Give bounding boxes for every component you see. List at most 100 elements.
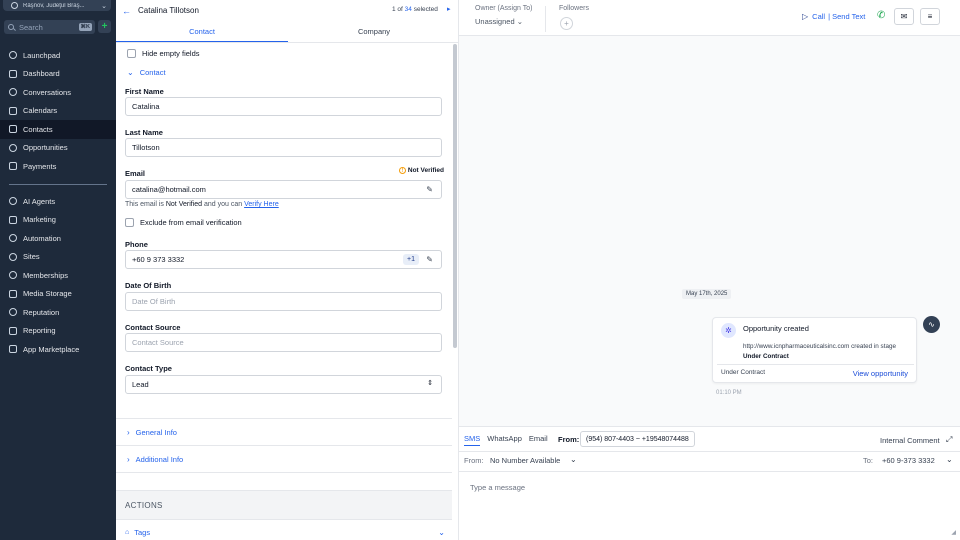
nav-primary: Launchpad Dashboard Conversations Calend…: [0, 46, 116, 176]
tags-section-toggle[interactable]: ⌂ Tags ⌄: [125, 528, 445, 537]
from-number-select[interactable]: (954) 807-4403 ~ +19548074488: [580, 431, 695, 447]
call-link[interactable]: Call: [812, 12, 825, 21]
conversation-header: Owner (Assign To) Unassigned ⌄ Followers…: [459, 0, 960, 36]
scrollbar[interactable]: [453, 44, 457, 348]
phone-icon[interactable]: ✆: [877, 10, 885, 21]
rocket-icon: [9, 51, 17, 60]
sidebar-item-reporting[interactable]: Reporting: [0, 322, 116, 341]
channel-tabs: SMS WhatsApp Email: [464, 434, 555, 446]
plus-icon: +: [564, 19, 569, 28]
send-text-link[interactable]: | Send Text: [828, 12, 865, 21]
automation-icon: [9, 234, 17, 243]
contact-type-select[interactable]: Lead ⇕: [125, 375, 442, 394]
image-icon: [9, 289, 17, 298]
contact-source-input[interactable]: Contact Source: [125, 333, 442, 352]
star-icon: [9, 308, 17, 317]
owner-select[interactable]: Unassigned ⌄: [475, 17, 523, 26]
add-follower-button[interactable]: +: [560, 17, 573, 30]
sidebar-item-calendars[interactable]: Calendars: [0, 102, 116, 121]
sidebar-item-conversations[interactable]: Conversations: [0, 83, 116, 102]
location-name: Râşnov, Judeţul Braş...: [23, 2, 85, 9]
email-label: Email: [125, 169, 146, 178]
from-select[interactable]: No Number Available: [490, 456, 560, 465]
email-hint: This email is Not Verified and you can V…: [125, 201, 279, 208]
tab-whatsapp[interactable]: WhatsApp: [487, 434, 522, 446]
divider: [116, 472, 452, 473]
sidebar-item-automation[interactable]: Automation: [0, 229, 116, 248]
email-input[interactable]: catalina@hotmail.com ✎: [125, 180, 442, 199]
email-status-badge: ! Not Verified: [398, 167, 444, 174]
opportunity-icon: ✲: [721, 323, 736, 338]
sidebar-item-payments[interactable]: Payments: [0, 157, 116, 176]
chevron-right-icon: ›: [127, 455, 130, 464]
grid-icon: [9, 69, 17, 78]
owner-label: Owner (Assign To): [475, 5, 533, 12]
sidebar-item-memberships[interactable]: Memberships: [0, 266, 116, 285]
pager-next-icon[interactable]: ▸: [447, 5, 451, 13]
quick-add-button[interactable]: +: [98, 20, 111, 33]
exclude-verification-checkbox[interactable]: [125, 218, 134, 227]
location-switcher[interactable]: Râşnov, Judeţul Braş... ⌄: [3, 0, 111, 11]
section-contact-toggle[interactable]: ⌄ Contact: [127, 68, 166, 77]
sidebar: Râşnov, Judeţul Braş... ⌄ Search ⌘K + La…: [0, 0, 116, 540]
funnel-icon: [9, 143, 17, 152]
tab-contact[interactable]: Contact: [116, 21, 288, 42]
filter-button[interactable]: ≡: [920, 8, 940, 25]
sidebar-item-dashboard[interactable]: Dashboard: [0, 65, 116, 84]
chevron-down-icon[interactable]: ⌄: [946, 455, 953, 464]
first-name-input[interactable]: Catalina: [125, 97, 442, 116]
search-input[interactable]: Search ⌘K: [4, 20, 95, 34]
internal-comment-tab[interactable]: Internal Comment: [880, 436, 940, 445]
pencil-icon[interactable]: ✎: [426, 255, 433, 264]
activity-icon[interactable]: ∿: [923, 316, 940, 333]
to-select[interactable]: +60 9-373 3332: [882, 456, 935, 465]
select-arrows-icon: ⇕: [427, 380, 433, 387]
sidebar-item-media-storage[interactable]: Media Storage: [0, 285, 116, 304]
record-pager: 1 of 34 selected: [392, 6, 438, 13]
sidebar-item-contacts[interactable]: Contacts: [0, 120, 116, 139]
chevron-down-icon[interactable]: ⌄: [570, 455, 577, 464]
hide-empty-label: Hide empty fields: [142, 49, 200, 58]
calendar-icon: [9, 106, 17, 115]
hide-empty-row[interactable]: Hide empty fields: [127, 49, 200, 58]
tab-email[interactable]: Email: [529, 434, 548, 446]
search-icon: [8, 24, 14, 30]
expand-icon[interactable]: ⤢: [946, 435, 952, 445]
section-general-info-toggle[interactable]: › General Info: [127, 428, 177, 437]
divider: [545, 6, 546, 32]
actions-header: ACTIONS: [116, 490, 452, 520]
pager-total[interactable]: 34: [405, 6, 412, 13]
tag-icon: ⌂: [125, 529, 130, 536]
sidebar-item-sites[interactable]: Sites: [0, 248, 116, 267]
exclude-verification-row[interactable]: Exclude from email verification: [125, 218, 242, 227]
pencil-icon[interactable]: ✎: [426, 185, 433, 194]
last-name-input[interactable]: Tillotson: [125, 138, 442, 157]
opportunity-body: http://www.icnpharmaceuticalsinc.com cre…: [743, 343, 896, 360]
dob-input[interactable]: Date Of Birth: [125, 292, 442, 311]
message-composer: SMS WhatsApp Email From: (954) 807-4403 …: [459, 426, 960, 540]
opportunity-title: Opportunity created: [743, 324, 809, 333]
sidebar-item-marketing[interactable]: Marketing: [0, 211, 116, 230]
sidebar-item-app-marketplace[interactable]: App Marketplace: [0, 340, 116, 359]
message-input[interactable]: Type a message: [470, 483, 525, 492]
resize-handle-icon[interactable]: ◢: [951, 529, 956, 536]
verify-here-link[interactable]: Verify Here: [244, 201, 279, 208]
sidebar-item-launchpad[interactable]: Launchpad: [0, 46, 116, 65]
sparkle-icon: [9, 197, 17, 206]
tab-sms[interactable]: SMS: [464, 434, 481, 446]
hide-empty-checkbox[interactable]: [127, 49, 136, 58]
section-additional-info-toggle[interactable]: › Additional Info: [127, 455, 183, 464]
sidebar-item-ai-agents[interactable]: AI Agents: [0, 192, 116, 211]
tab-company[interactable]: Company: [288, 21, 460, 42]
email-button[interactable]: ✉: [894, 8, 914, 25]
back-arrow-icon[interactable]: ←: [122, 6, 131, 16]
phone-input[interactable]: +60 9 373 3332 +1 ✎: [125, 250, 442, 269]
sidebar-item-opportunities[interactable]: Opportunities: [0, 139, 116, 158]
divider: [459, 471, 960, 472]
chevron-right-icon: ›: [127, 428, 130, 437]
sidebar-item-reputation[interactable]: Reputation: [0, 303, 116, 322]
view-opportunity-link[interactable]: View opportunity: [853, 369, 908, 378]
message-time: 01:10 PM: [716, 390, 742, 396]
date-separator: May 17th, 2025: [682, 289, 732, 299]
country-code-badge[interactable]: +1: [403, 254, 419, 265]
